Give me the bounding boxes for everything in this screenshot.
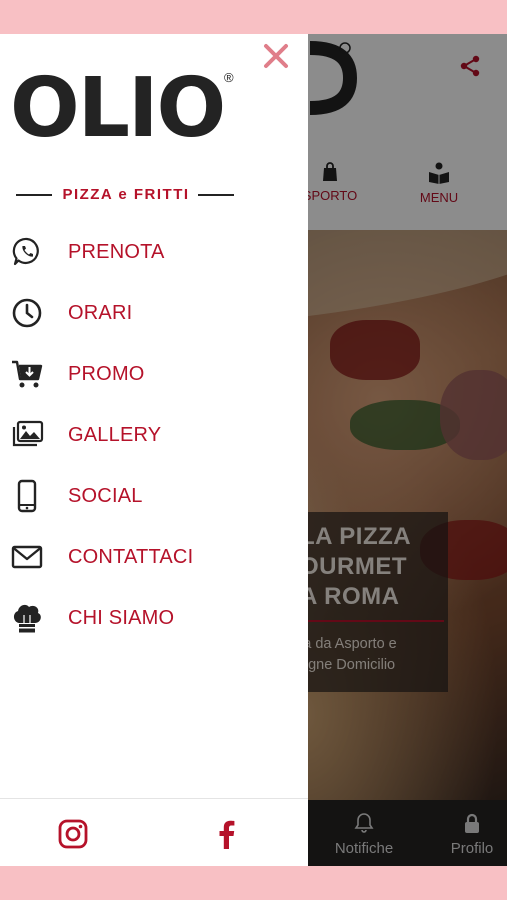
envelope-icon (11, 545, 43, 569)
menu-label: SOCIAL (68, 485, 143, 507)
logo-tagline: PIZZA e FRITTI (62, 186, 190, 203)
cart-download-icon (12, 360, 43, 388)
menu-item-prenota[interactable]: PRENOTA (0, 227, 308, 277)
menu-item-chi-siamo[interactable]: CHI SIAMO (0, 593, 308, 643)
close-icon[interactable] (262, 42, 290, 70)
menu-label: CHI SIAMO (68, 607, 175, 629)
menu-label: CONTATTACI (68, 546, 194, 568)
chef-hat-icon (13, 604, 41, 633)
menu-item-contattaci[interactable]: CONTATTACI (0, 532, 308, 582)
menu-label: ORARI (68, 302, 133, 324)
images-icon (12, 420, 44, 447)
whatsapp-icon (12, 237, 39, 266)
logo-registered-mark: ® (224, 70, 234, 85)
drawer-footer (0, 798, 308, 867)
side-drawer: OLIO ® PIZZA e FRITTI PRENOTA ORARI PROM… (0, 34, 308, 867)
facebook-icon[interactable] (210, 817, 244, 851)
logo-wordmark: OLIO (10, 61, 226, 156)
instagram-icon[interactable] (56, 817, 90, 851)
top-band (0, 0, 507, 34)
menu-label: GALLERY (68, 424, 162, 446)
clock-icon (12, 298, 42, 328)
menu-item-orari[interactable]: ORARI (0, 288, 308, 338)
menu-item-gallery[interactable]: GALLERY (0, 410, 308, 460)
menu-item-promo[interactable]: PROMO (0, 349, 308, 399)
menu-label: PROMO (68, 363, 145, 385)
smartphone-icon (17, 479, 37, 513)
menu-label: PRENOTA (68, 241, 165, 263)
bottom-band (0, 866, 507, 900)
logo-rule (16, 194, 52, 196)
menu-item-social[interactable]: SOCIAL (0, 471, 308, 521)
brand-logo: OLIO ® PIZZA e FRITTI (10, 68, 242, 208)
logo-rule (198, 194, 234, 196)
